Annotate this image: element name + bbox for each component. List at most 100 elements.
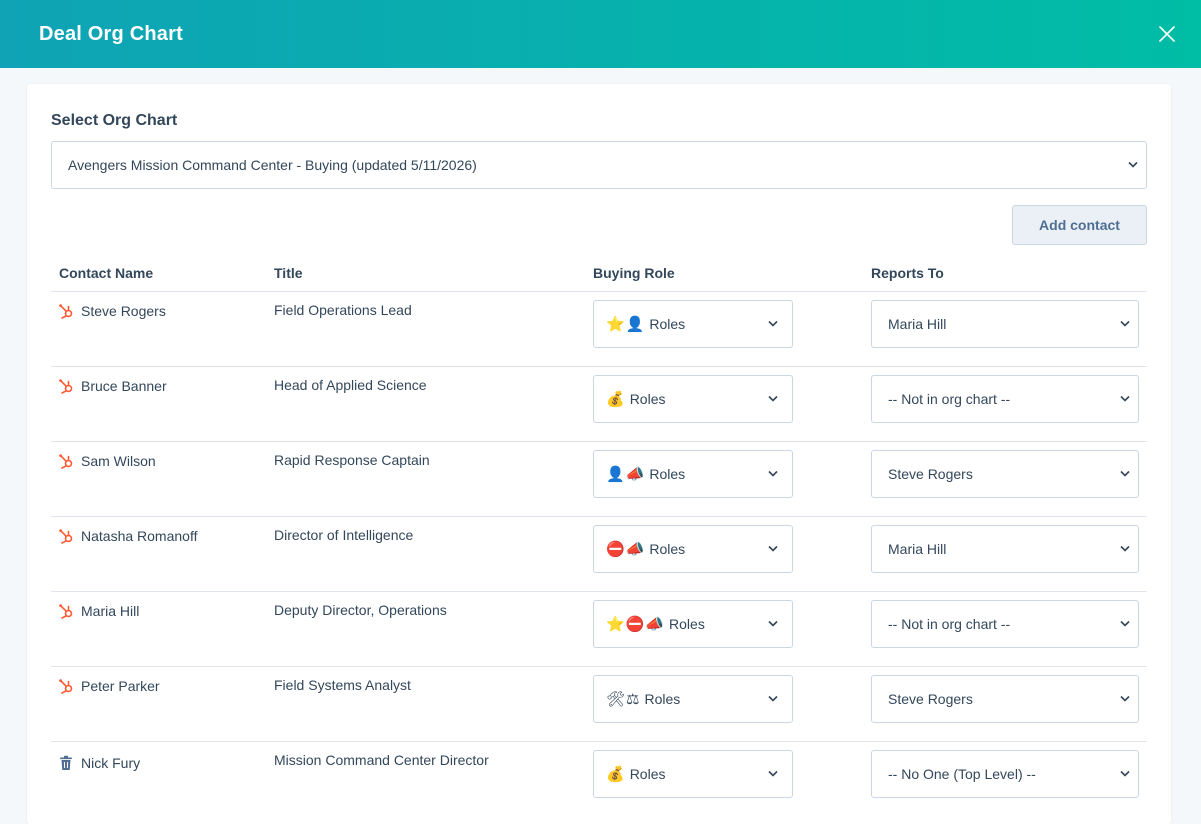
buying-role-dropdown[interactable]: ⛔📣 Roles <box>593 524 793 573</box>
contact-title: Rapid Response Captain <box>266 440 585 516</box>
buying-role-icons: 💰 <box>606 764 626 783</box>
buying-role-cell: ⭐⛔📣 Roles <box>585 590 863 666</box>
hubspot-sprocket-icon[interactable] <box>57 302 75 320</box>
contact-title: Head of Applied Science <box>266 365 585 441</box>
contact-title: Field Systems Analyst <box>266 665 585 741</box>
column-header-title: Title <box>274 264 303 281</box>
reports-to-value: Maria Hill <box>888 540 947 557</box>
column-header-reports-to: Reports To <box>871 264 944 281</box>
trash-icon[interactable] <box>57 754 75 772</box>
reports-to-cell: Maria Hill <box>863 515 1147 591</box>
reports-to-select[interactable]: Maria Hill <box>871 299 1139 348</box>
modal-title: Deal Org Chart <box>39 22 183 45</box>
contact-title: Director of Intelligence <box>266 515 585 591</box>
buying-role-icons: 🛠⚖ <box>606 689 641 708</box>
buying-role-cell: 🛠⚖ Roles <box>585 665 863 741</box>
reports-to-select[interactable]: Steve Rogers <box>871 674 1139 723</box>
chevron-down-icon <box>1120 770 1130 777</box>
reports-to-select[interactable]: Steve Rogers <box>871 449 1139 498</box>
buying-role-dropdown[interactable]: 👤📣 Roles <box>593 449 793 498</box>
close-icon <box>1159 26 1175 42</box>
contact-name-cell: Steve Rogers <box>51 290 266 366</box>
contact-name-cell: Sam Wilson <box>51 440 266 516</box>
reports-to-cell: Steve Rogers <box>863 665 1147 741</box>
contact-name: Maria Hill <box>81 602 140 619</box>
chevron-down-icon <box>768 470 778 477</box>
buying-role-label: Roles <box>629 390 666 407</box>
contact-name-cell: Maria Hill <box>51 590 266 666</box>
hubspot-sprocket-icon[interactable] <box>57 677 75 695</box>
reports-to-cell: -- Not in org chart -- <box>863 365 1147 441</box>
chevron-down-icon <box>1120 470 1130 477</box>
column-header-buying-role: Buying Role <box>593 264 675 281</box>
close-button[interactable] <box>1153 20 1181 48</box>
buying-role-dropdown[interactable]: 💰 Roles <box>593 374 793 423</box>
column-header-contact-name: Contact Name <box>59 264 154 281</box>
reports-to-select[interactable]: -- Not in org chart -- <box>871 374 1139 423</box>
select-org-chart-label: Select Org Chart <box>51 112 178 129</box>
reports-to-value: Maria Hill <box>888 315 947 332</box>
org-chart-select-value: Avengers Mission Command Center - Buying… <box>68 157 477 173</box>
chevron-down-icon <box>768 395 778 402</box>
contact-title: Field Operations Lead <box>266 290 585 366</box>
chevron-down-icon <box>768 545 778 552</box>
buying-role-icons: ⛔📣 <box>606 539 646 558</box>
chevron-down-icon <box>768 770 778 777</box>
table-row: Steve Rogers Field Operations Lead ⭐👤 Ro… <box>51 290 1147 366</box>
buying-role-cell: 👤📣 Roles <box>585 440 863 516</box>
chevron-down-icon <box>1120 545 1130 552</box>
add-contact-button[interactable]: Add contact <box>1012 205 1147 245</box>
hubspot-sprocket-icon[interactable] <box>57 602 75 620</box>
contact-name: Sam Wilson <box>81 452 156 469</box>
chevron-down-icon <box>1128 161 1138 168</box>
buying-role-icons: ⭐👤 <box>606 314 646 333</box>
table-row: Natasha Romanoff Director of Intelligenc… <box>51 515 1147 591</box>
chevron-down-icon <box>768 695 778 702</box>
contact-name-cell: Peter Parker <box>51 665 266 741</box>
hubspot-sprocket-icon[interactable] <box>57 527 75 545</box>
buying-role-icons: 💰 <box>606 389 626 408</box>
buying-role-label: Roles <box>629 765 666 782</box>
contacts-table: Contact Name Title Buying Role Reports T… <box>51 259 1147 816</box>
table-header-row: Contact Name Title Buying Role Reports T… <box>51 259 1147 291</box>
contact-title: Deputy Director, Operations <box>266 590 585 666</box>
contact-title: Mission Command Center Director <box>266 740 585 816</box>
org-chart-select[interactable]: Avengers Mission Command Center - Buying… <box>51 141 1147 189</box>
hubspot-sprocket-icon[interactable] <box>57 452 75 470</box>
table-row: Bruce Banner Head of Applied Science 💰 R… <box>51 365 1147 441</box>
buying-role-cell: ⭐👤 Roles <box>585 290 863 366</box>
contact-name: Natasha Romanoff <box>81 527 198 544</box>
buying-role-dropdown[interactable]: 🛠⚖ Roles <box>593 674 793 723</box>
hubspot-sprocket-icon[interactable] <box>57 377 75 395</box>
reports-to-select[interactable]: -- Not in org chart -- <box>871 599 1139 648</box>
reports-to-cell: Maria Hill <box>863 290 1147 366</box>
chevron-down-icon <box>1120 620 1130 627</box>
reports-to-select[interactable]: Maria Hill <box>871 524 1139 573</box>
reports-to-cell: Steve Rogers <box>863 440 1147 516</box>
reports-to-select[interactable]: -- No One (Top Level) -- <box>871 749 1139 798</box>
reports-to-value: -- No One (Top Level) -- <box>888 765 1036 782</box>
buying-role-dropdown[interactable]: ⭐👤 Roles <box>593 299 793 348</box>
reports-to-value: Steve Rogers <box>888 690 973 707</box>
buying-role-label: Roles <box>644 690 681 707</box>
chevron-down-icon <box>768 620 778 627</box>
contact-name-cell: Natasha Romanoff <box>51 515 266 591</box>
table-row: Maria Hill Deputy Director, Operations ⭐… <box>51 590 1147 666</box>
buying-role-cell: ⛔📣 Roles <box>585 515 863 591</box>
buying-role-icons: 👤📣 <box>606 464 646 483</box>
buying-role-cell: 💰 Roles <box>585 740 863 816</box>
buying-role-label: Roles <box>649 315 686 332</box>
toolbar: Add contact <box>51 205 1147 245</box>
reports-to-value: Steve Rogers <box>888 465 973 482</box>
chevron-down-icon <box>1120 695 1130 702</box>
reports-to-value: -- Not in org chart -- <box>888 390 1011 407</box>
contact-name: Steve Rogers <box>81 302 166 319</box>
buying-role-dropdown[interactable]: ⭐⛔📣 Roles <box>593 599 793 648</box>
buying-role-dropdown[interactable]: 💰 Roles <box>593 749 793 798</box>
table-row: Sam Wilson Rapid Response Captain 👤📣 Rol… <box>51 440 1147 516</box>
buying-role-icons: ⭐⛔📣 <box>606 614 666 633</box>
chevron-down-icon <box>1120 395 1130 402</box>
buying-role-label: Roles <box>649 465 686 482</box>
chevron-down-icon <box>768 320 778 327</box>
contact-name: Nick Fury <box>81 754 141 771</box>
